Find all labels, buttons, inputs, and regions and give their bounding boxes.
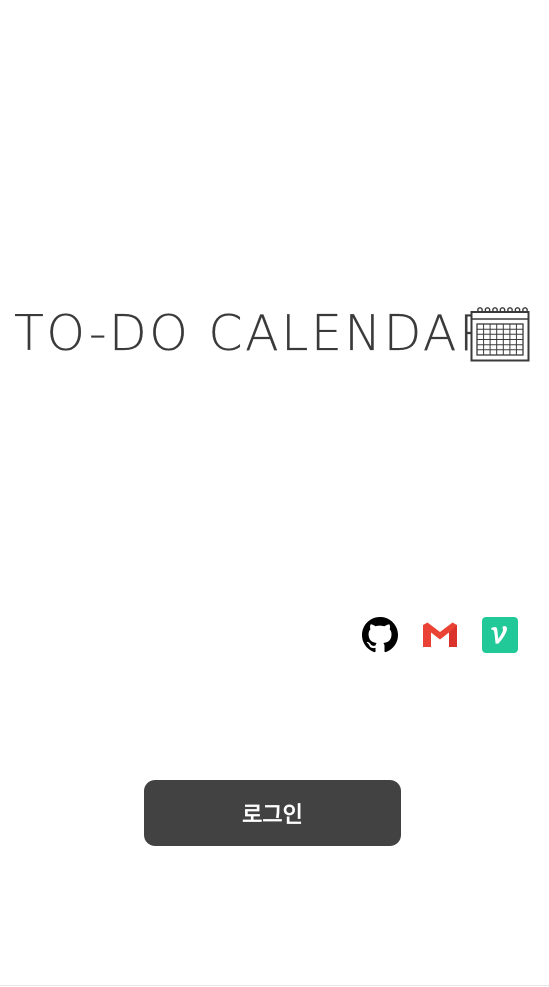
login-button[interactable]: 로그인 (144, 780, 401, 846)
gmail-icon[interactable] (422, 617, 458, 653)
velog-icon[interactable] (482, 617, 518, 653)
app-title: TO-DO CALENDAR (14, 305, 496, 362)
app-logo: TO-DO CALENDAR (14, 304, 530, 364)
github-icon[interactable] (362, 617, 398, 653)
calendar-icon (470, 307, 530, 362)
login-page: TO-DO CALENDAR 로그인 (0, 0, 549, 987)
bottom-divider (0, 985, 549, 986)
social-links (362, 617, 518, 653)
